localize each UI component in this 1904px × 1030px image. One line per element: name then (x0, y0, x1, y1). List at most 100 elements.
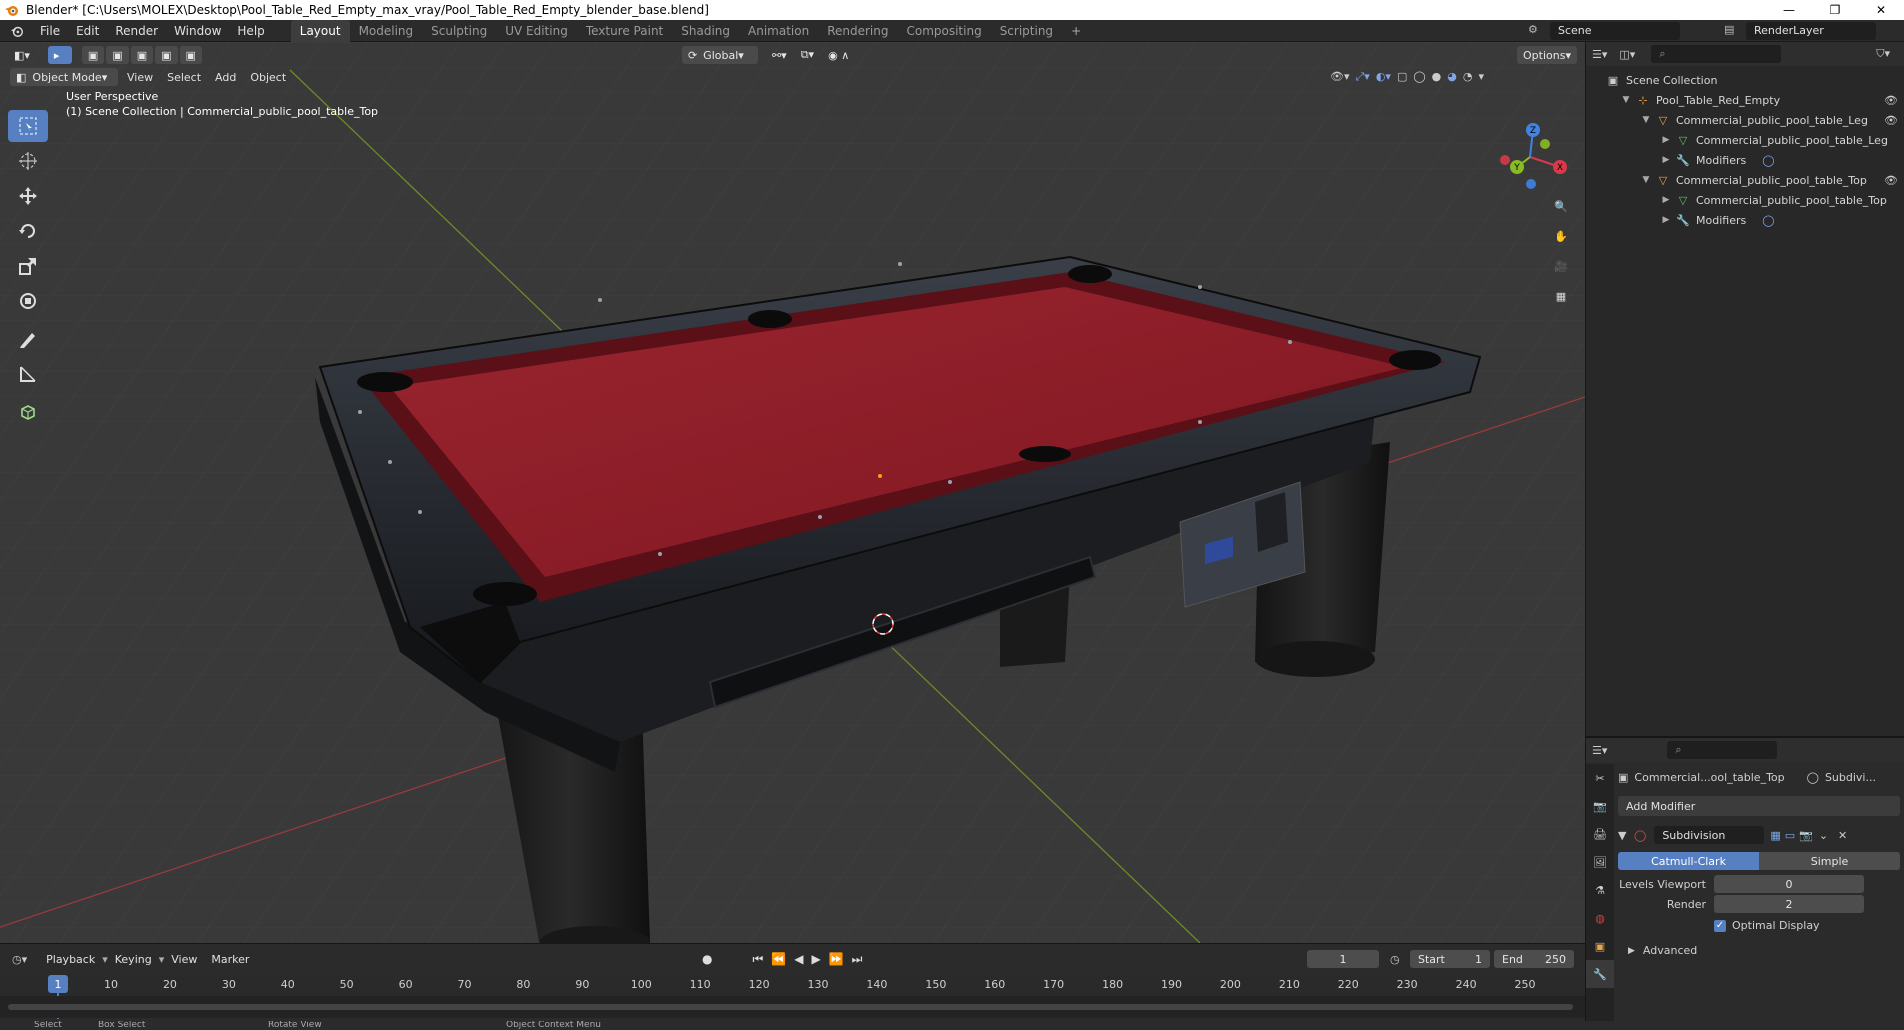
collapse-triangle-icon[interactable]: ▶ (1660, 215, 1672, 225)
minimize-icon[interactable]: — (1766, 0, 1812, 20)
render-layer-selector[interactable]: RenderLayer (1746, 22, 1876, 40)
play-reverse-icon[interactable]: ◀ (794, 952, 803, 967)
timeline-editor-type-icon[interactable]: ◷▾ (12, 953, 27, 966)
outliner-display-mode-icon[interactable]: ◫▾ (1619, 48, 1635, 61)
menu-window[interactable]: Window (166, 24, 229, 38)
tool-measure[interactable] (8, 358, 48, 390)
tool-tab-icon[interactable]: ✂ (1586, 764, 1614, 792)
options-dropdown[interactable]: Options ▾ (1517, 46, 1577, 64)
select-mode-icon[interactable]: ▸ (47, 46, 72, 64)
3d-viewport[interactable]: ◧▾ ▸ ▣ ▣ ▣ ▣ ▣ ⟳ Global ▾ ⚯▾ ⧉▾ ◉ ∧ Opti… (0, 42, 1585, 943)
tool-rotate[interactable] (8, 215, 48, 247)
properties-search-input[interactable]: ⌕ (1667, 741, 1778, 759)
proportional-edit-icon[interactable]: ◉ ∧ (822, 46, 855, 64)
shading-rendered-icon[interactable]: ◔ (1463, 70, 1473, 84)
panel-collapse-icon[interactable]: ▼ (1618, 829, 1630, 842)
viewport-menu-object[interactable]: Object (243, 71, 293, 84)
outliner-item[interactable]: ▼ ⊹ Pool_Table_Red_Empty 👁 (1586, 90, 1904, 110)
viewport-menu-select[interactable]: Select (160, 71, 208, 84)
render-tab-icon[interactable]: 📷 (1586, 792, 1614, 820)
tab-scripting[interactable]: Scripting (991, 20, 1062, 42)
visibility-icon[interactable]: 👁▾ (1330, 70, 1350, 84)
selection-intersect-icon[interactable]: ▣ (179, 46, 202, 64)
optimal-display-checkbox[interactable]: ✓ (1714, 919, 1726, 932)
modifier-name-input[interactable]: Subdivision (1654, 826, 1765, 844)
shading-wireframe-icon[interactable]: ◯ (1413, 70, 1425, 84)
timeline-menu-playback[interactable]: Playback (39, 953, 102, 966)
properties-editor-type-icon[interactable]: ☰▾ (1592, 744, 1607, 757)
scene-icon[interactable]: ⚙ (1528, 23, 1538, 36)
catmull-clark-button[interactable]: Catmull-Clark (1618, 852, 1759, 870)
overlays-icon[interactable]: ◐▾ (1376, 70, 1391, 84)
tab-sculpting[interactable]: Sculpting (422, 20, 496, 42)
navigation-gizmo[interactable]: X Y Z (1485, 112, 1575, 202)
jump-keyframe-forward-icon[interactable]: ⏩ (829, 952, 844, 967)
selection-new-icon[interactable]: ▣ (81, 46, 105, 64)
menu-file[interactable]: File (32, 24, 68, 38)
add-workspace-icon[interactable]: + (1062, 20, 1090, 42)
expand-triangle-icon[interactable]: ▼ (1640, 175, 1652, 185)
outliner-item[interactable]: ▼ ▽ Commercial_public_pool_table_Top 👁 (1586, 170, 1904, 190)
tab-layout[interactable]: Layout (290, 19, 350, 42)
world-tab-icon[interactable]: ◍ (1586, 904, 1614, 932)
outliner-item[interactable]: ▶ 🔧 Modifiers ◯ (1586, 210, 1904, 230)
timeline-menu-view[interactable]: View (164, 953, 204, 966)
scene-selector[interactable]: Scene (1550, 22, 1680, 40)
pivot-icon[interactable]: ⚯▾ (766, 46, 793, 64)
advanced-section-label[interactable]: Advanced (1643, 944, 1697, 957)
advanced-expand-icon[interactable]: ▶ (1628, 946, 1635, 956)
tool-transform[interactable] (8, 285, 48, 317)
modifier-tab-icon[interactable]: 🔧 (1586, 960, 1614, 988)
viewport-toggle-icon[interactable]: ▭ (1785, 829, 1795, 842)
visibility-eye-icon[interactable]: 👁 (1884, 174, 1898, 187)
camera-view-icon[interactable]: 🎥 (1548, 252, 1574, 280)
viewport-menu-view[interactable]: View (120, 71, 160, 84)
blender-menu-icon[interactable] (8, 24, 26, 38)
outliner-scene-collection[interactable]: ▣ Scene Collection (1586, 70, 1904, 90)
jump-end-icon[interactable]: ⏭ (852, 952, 863, 967)
tool-select-box[interactable] (8, 110, 48, 142)
scene-tab-icon[interactable]: ⚗ (1586, 876, 1614, 904)
restore-icon[interactable]: ❐ (1812, 0, 1858, 20)
menu-help[interactable]: Help (229, 24, 272, 38)
menu-render[interactable]: Render (107, 24, 166, 38)
object-tab-icon[interactable]: ▣ (1586, 932, 1614, 960)
render-toggle-icon[interactable]: 📷 (1799, 829, 1813, 842)
tool-move[interactable] (8, 180, 48, 212)
viewport-menu-add[interactable]: Add (208, 71, 243, 84)
tool-annotate[interactable] (8, 323, 48, 355)
tab-compositing[interactable]: Compositing (897, 20, 990, 42)
editor-type-icon[interactable]: ◧▾ (8, 46, 36, 64)
object-mode-dropdown[interactable]: ◧ Object Mode ▾ (10, 68, 118, 86)
jump-keyframe-back-icon[interactable]: ⏪ (771, 952, 786, 967)
outliner-item[interactable]: ▶ ▽ Commercial_public_pool_table_Top (1586, 190, 1904, 210)
tab-modeling[interactable]: Modeling (350, 20, 423, 42)
modifier-menu-icon[interactable]: ⌄ (1819, 829, 1828, 842)
timeline-track[interactable] (0, 996, 1585, 1018)
end-frame-field[interactable]: End 250 (1494, 950, 1574, 968)
selection-extend-icon[interactable]: ▣ (106, 46, 129, 64)
collapse-triangle-icon[interactable]: ▶ (1660, 135, 1672, 145)
zoom-icon[interactable]: 🔍 (1548, 192, 1574, 220)
tab-rendering[interactable]: Rendering (818, 20, 897, 42)
render-layer-icon[interactable]: ▤ (1724, 23, 1734, 36)
pan-hand-icon[interactable]: ✋ (1548, 222, 1574, 250)
expand-triangle-icon[interactable]: ▼ (1640, 115, 1652, 125)
jump-start-icon[interactable]: ⏮ (752, 952, 763, 967)
shading-options-icon[interactable]: ▾ (1479, 70, 1485, 84)
collapse-triangle-icon[interactable]: ▶ (1660, 195, 1672, 205)
visibility-eye-icon[interactable]: 👁 (1884, 94, 1898, 107)
timeline-ruler[interactable]: 1 10 20 30 40 50 60 70 80 90 100 110 120 130 140 150 160… (0, 974, 1585, 1019)
collapse-triangle-icon[interactable]: ▶ (1660, 155, 1672, 165)
outliner-search-input[interactable]: ⌕ (1651, 45, 1782, 63)
tool-scale[interactable] (8, 250, 48, 282)
edit-mode-toggle-icon[interactable]: ▦ (1770, 829, 1780, 842)
gizmo-icon[interactable]: ⤢▾ (1356, 70, 1370, 84)
menu-edit[interactable]: Edit (68, 24, 107, 38)
close-icon[interactable]: ✕ (1858, 0, 1904, 20)
outliner-item[interactable]: ▶ 🔧 Modifiers ◯ (1586, 150, 1904, 170)
add-modifier-dropdown[interactable]: Add Modifier (1618, 796, 1900, 816)
simple-button[interactable]: Simple (1759, 852, 1900, 870)
selection-subtract-icon[interactable]: ▣ (130, 46, 154, 64)
timeline-menu-marker[interactable]: Marker (204, 953, 256, 966)
